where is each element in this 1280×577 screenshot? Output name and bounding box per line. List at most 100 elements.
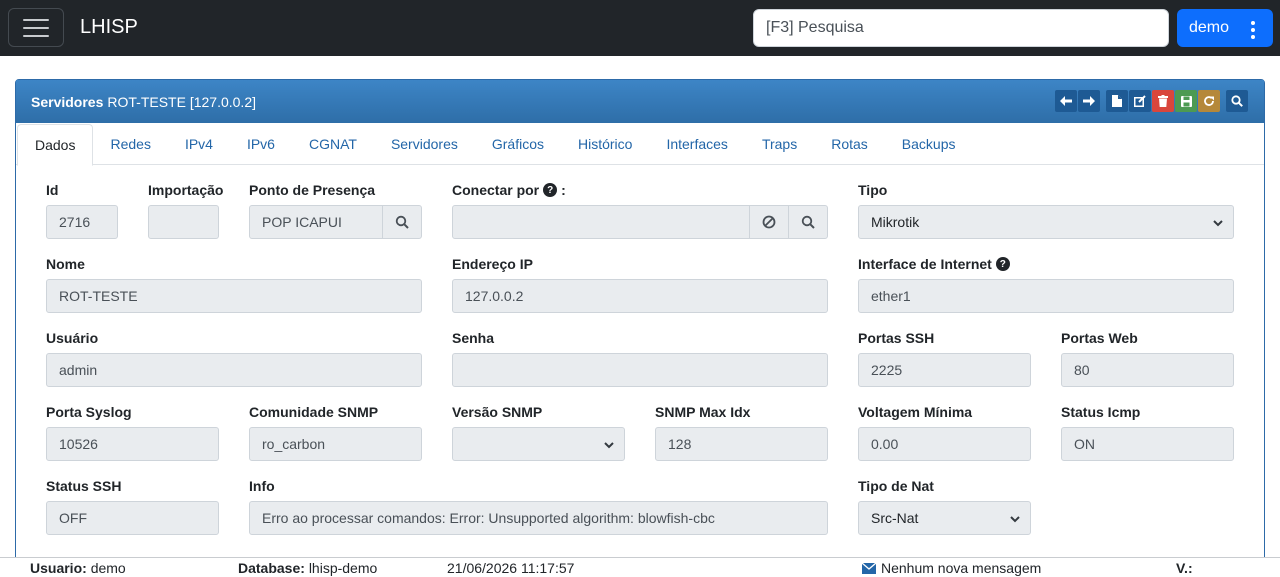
senha-label: Senha [452, 330, 495, 346]
user-label: demo [1189, 19, 1230, 36]
save-button[interactable] [1175, 90, 1197, 112]
porta-syslog-field[interactable]: 10526 [46, 427, 219, 461]
tab-ipv6[interactable]: IPv6 [230, 124, 292, 164]
portas-ssh-field[interactable]: 2225 [858, 353, 1031, 387]
usuario-label: Usuário [46, 330, 99, 346]
arrow-right-icon [1083, 96, 1095, 106]
panel-header: Servidores ROT-TESTE [127.0.0.2] [16, 80, 1264, 123]
interface-internet-field[interactable]: ether1 [858, 279, 1234, 313]
tab-historico[interactable]: Histórico [561, 124, 649, 164]
tab-traps[interactable]: Traps [745, 124, 814, 164]
comunidade-snmp-field[interactable]: ro_carbon [249, 427, 422, 461]
tipo-label: Tipo [858, 182, 888, 198]
info-label: Info [249, 478, 275, 494]
tab-graficos[interactable]: Gráficos [475, 124, 561, 164]
comunidade-snmp-label: Comunidade SNMP [249, 404, 379, 420]
tab-servidores[interactable]: Servidores [374, 124, 475, 164]
delete-icon [1158, 95, 1168, 107]
tab-dados[interactable]: Dados [17, 124, 94, 166]
delete-button[interactable] [1152, 90, 1174, 112]
chevron-down-icon [1213, 220, 1223, 227]
status-ssh-field[interactable]: OFF [46, 501, 219, 535]
interface-internet-label: Interface de Internet ? [858, 256, 1010, 272]
app-brand[interactable]: LHISP [80, 16, 138, 39]
kebab-icon [1251, 21, 1255, 39]
new-button[interactable] [1106, 90, 1128, 112]
senha-field[interactable] [452, 353, 828, 387]
importacao-label: Importação [148, 182, 224, 198]
search-icon [801, 215, 815, 229]
conectar-label: Conectar por ?: [452, 182, 566, 198]
next-record-button[interactable] [1078, 90, 1100, 112]
tab-backups[interactable]: Backups [885, 124, 973, 164]
tipo-select[interactable]: Mikrotik [858, 205, 1234, 239]
new-file-icon [1112, 95, 1122, 107]
id-field[interactable]: 2716 [46, 205, 118, 239]
status-bar: Usuario: demo Database: lhisp-demo 21/06… [0, 557, 1280, 577]
usuario-field[interactable]: admin [46, 353, 422, 387]
voltagem-minima-field[interactable]: 0.00 [858, 427, 1031, 461]
conectar-search-button[interactable] [788, 205, 828, 239]
edit-button[interactable] [1129, 90, 1151, 112]
ban-icon [762, 215, 776, 229]
tipo-nat-select[interactable]: Src-Nat [858, 501, 1031, 535]
tab-rotas[interactable]: Rotas [814, 124, 885, 164]
nome-label: Nome [46, 256, 85, 272]
tab-bar: Dados Redes IPv4 IPv6 CGNAT Servidores G… [16, 123, 1264, 166]
menu-toggle-button[interactable] [8, 8, 64, 47]
importacao-field[interactable] [148, 205, 219, 239]
portas-web-label: Portas Web [1061, 330, 1138, 346]
status-datetime: 21/06/2026 11:17:57 [447, 560, 575, 576]
tab-cgnat[interactable]: CGNAT [292, 124, 374, 164]
status-user: Usuario: demo [30, 560, 126, 576]
status-database: Database: lhisp-demo [238, 560, 378, 576]
pop-field[interactable]: POP ICAPUI [249, 205, 383, 239]
id-label: Id [46, 182, 59, 198]
status-ssh-label: Status SSH [46, 478, 122, 494]
info-field[interactable]: Erro ao processar comandos: Error: Unsup… [249, 501, 828, 535]
conectar-clear-button[interactable] [749, 205, 789, 239]
tab-interfaces[interactable]: Interfaces [649, 124, 744, 164]
nome-field[interactable]: ROT-TESTE [46, 279, 422, 313]
status-version: V.: [1176, 560, 1193, 576]
top-navbar: LHISP demo [0, 0, 1280, 56]
refresh-icon [1204, 96, 1214, 106]
panel-toolbar [1055, 90, 1248, 112]
envelope-icon [862, 562, 876, 574]
search-icon [1231, 95, 1243, 107]
edit-icon [1134, 95, 1146, 107]
tipo-nat-label: Tipo de Nat [858, 478, 934, 494]
conectar-field[interactable] [452, 205, 750, 239]
tab-ipv4[interactable]: IPv4 [168, 124, 230, 164]
endereco-ip-field[interactable]: 127.0.0.2 [452, 279, 828, 313]
prev-record-button[interactable] [1055, 90, 1077, 112]
save-icon [1180, 95, 1192, 107]
snmp-max-idx-label: SNMP Max Idx [655, 404, 751, 420]
search-icon [395, 215, 409, 229]
refresh-button[interactable] [1198, 90, 1220, 112]
portas-web-field[interactable]: 80 [1061, 353, 1234, 387]
chevron-down-icon [1010, 516, 1020, 523]
status-messages[interactable]: Nenhum nova mensagem [862, 560, 1041, 576]
search-button[interactable] [1226, 90, 1248, 112]
porta-syslog-label: Porta Syslog [46, 404, 132, 420]
tab-redes[interactable]: Redes [93, 124, 167, 164]
pop-search-button[interactable] [382, 205, 422, 239]
status-icmp-label: Status Icmp [1061, 404, 1141, 420]
hamburger-icon [23, 18, 49, 21]
search-input[interactable] [753, 9, 1169, 47]
status-icmp-field[interactable]: ON [1061, 427, 1234, 461]
panel-title-bold: Servidores [31, 93, 104, 110]
panel-title: ROT-TESTE [127.0.0.2] [107, 93, 256, 110]
endereco-ip-label: Endereço IP [452, 256, 533, 272]
portas-ssh-label: Portas SSH [858, 330, 935, 346]
chevron-down-icon [604, 442, 614, 449]
arrow-left-icon [1060, 96, 1072, 106]
snmp-max-idx-field[interactable]: 128 [655, 427, 828, 461]
help-icon[interactable]: ? [543, 183, 558, 197]
versao-snmp-label: Versão SNMP [452, 404, 543, 420]
voltagem-minima-label: Voltagem Mínima [858, 404, 973, 420]
user-menu-button[interactable]: demo [1177, 9, 1273, 47]
help-icon[interactable]: ? [995, 257, 1010, 271]
versao-snmp-select[interactable] [452, 427, 625, 461]
